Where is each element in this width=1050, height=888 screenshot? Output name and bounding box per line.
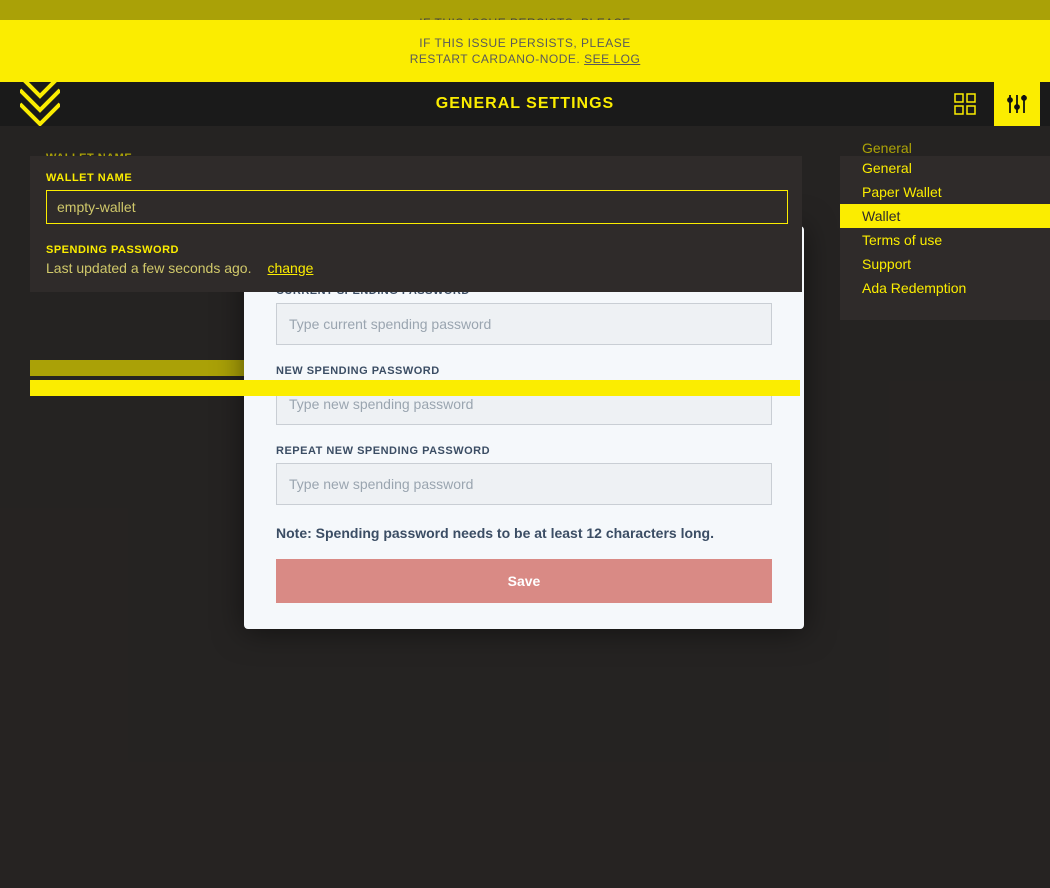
app-header-ghost: GENERAL SETTINGS <box>0 82 1050 126</box>
password-note: Note: Spending password needs to be at l… <box>276 525 772 541</box>
save-button[interactable]: Save <box>276 559 772 603</box>
chevron-decor-icon-ghost <box>20 82 60 126</box>
repeat-password-label: REPEAT NEW SPENDING PASSWORD <box>276 445 772 457</box>
repeat-password-input[interactable] <box>276 463 772 505</box>
new-password-label: NEW SPENDING PASSWORD <box>276 365 772 377</box>
connection-banner-ghost: IF THIS ISSUE PERSISTS, PLEASE RESTART C… <box>0 20 1050 82</box>
grid-icon-ghost <box>950 89 980 119</box>
settings-icon-ghost <box>994 82 1040 126</box>
